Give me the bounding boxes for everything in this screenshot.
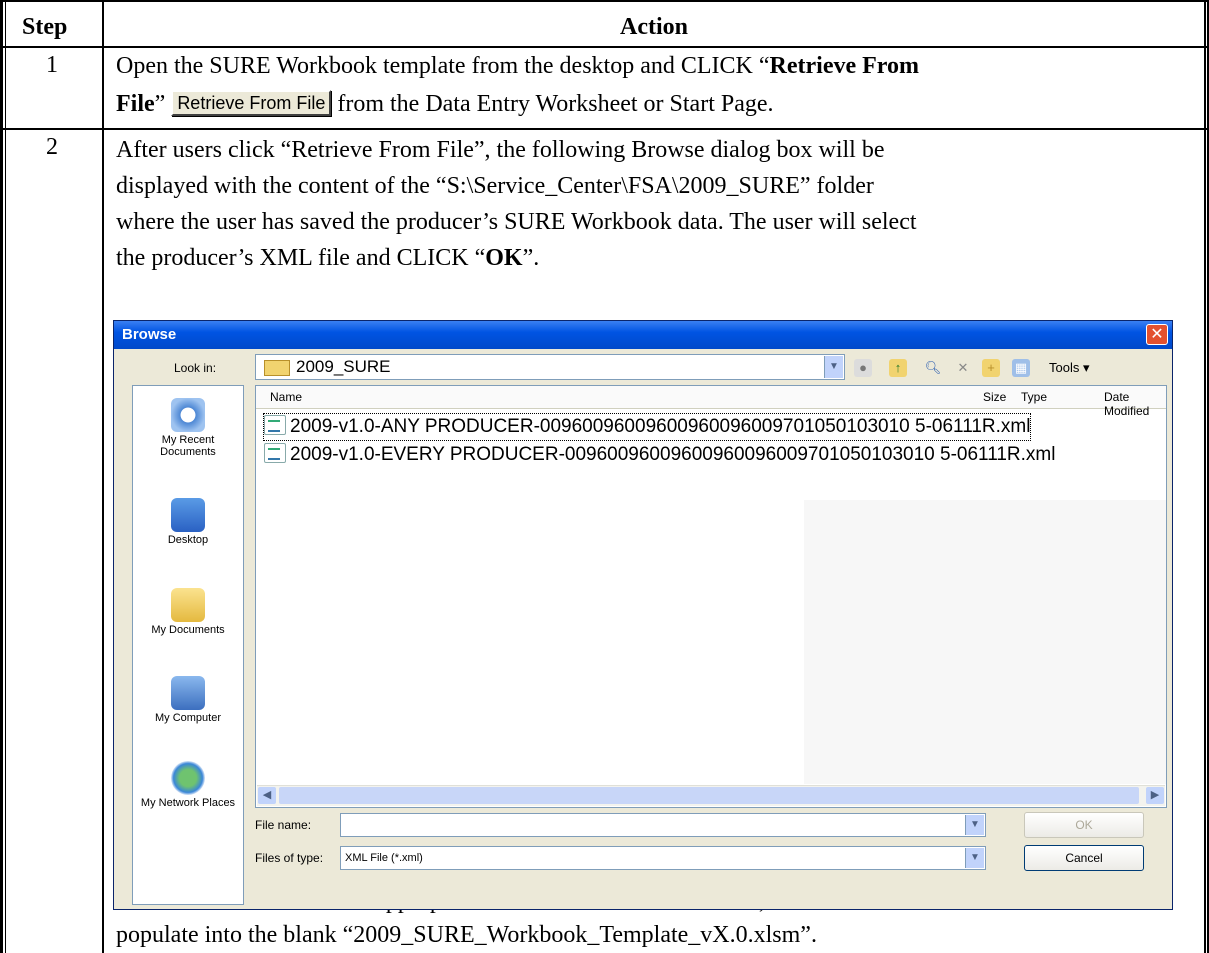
step-2-text: After users click “Retrieve From File”, …: [116, 132, 1201, 276]
files-of-type-label: Files of type:: [255, 851, 324, 865]
chevron-down-icon[interactable]: ▼: [965, 848, 984, 868]
scroll-left-icon[interactable]: ◀: [258, 787, 276, 804]
my-documents-icon: [171, 588, 205, 622]
file-list: Name Size Type Date Modified 2009-v1.0-A…: [255, 385, 1167, 808]
back-icon[interactable]: ●: [854, 359, 872, 377]
network-places-icon: [171, 761, 205, 795]
table-col-divider: [102, 0, 104, 953]
step-2-after-line2: populate into the blank “2009_SURE_Workb…: [116, 922, 817, 948]
place-network[interactable]: My Network Places: [133, 761, 243, 809]
empty-list-area: [804, 500, 1166, 784]
horizontal-scrollbar[interactable]: ◀ ▶: [257, 785, 1165, 806]
table-border-right: [1204, 0, 1206, 953]
views-icon[interactable]: ▦: [1012, 359, 1030, 377]
table-row-divider: [0, 128, 1209, 130]
place-recent[interactable]: My Recent Documents: [133, 398, 243, 458]
file-name-label: File name:: [255, 818, 312, 832]
place-desktop[interactable]: Desktop: [133, 498, 243, 546]
step-1-line2: from the Data Entry Worksheet or Start P…: [337, 91, 774, 117]
xml-file-icon: [264, 415, 286, 435]
close-icon[interactable]: ✕: [1146, 324, 1168, 345]
recent-documents-icon: [171, 398, 205, 432]
header-step: Step: [22, 14, 68, 40]
look-in-label: Look in:: [174, 361, 217, 375]
desktop-icon: [171, 498, 205, 532]
xml-file-icon: [264, 443, 286, 463]
scroll-right-icon[interactable]: ▶: [1146, 787, 1164, 804]
my-computer-icon: [171, 676, 205, 710]
tools-menu[interactable]: Tools ▾: [1049, 360, 1090, 376]
step-2-line3: where the user has saved the producer’s …: [116, 209, 917, 235]
dialog-title: Browse: [122, 326, 177, 343]
delete-icon[interactable]: ✕: [954, 359, 972, 377]
step-1-bold-retrieve: Retrieve From: [769, 53, 919, 79]
scroll-thumb[interactable]: [279, 787, 1139, 804]
column-name[interactable]: Name: [270, 390, 302, 404]
dialog-titlebar: Browse ✕: [114, 321, 1172, 349]
search-web-icon[interactable]: 🔍︎: [924, 359, 942, 377]
places-bar: My Recent Documents Desktop My Documents…: [132, 385, 244, 905]
file-item-any-producer[interactable]: 2009-v1.0-ANY PRODUCER-00960096009600960…: [262, 413, 1032, 441]
file-item-every-producer[interactable]: 2009-v1.0-EVERY PRODUCER-009600960096009…: [264, 442, 1055, 468]
place-my-computer[interactable]: My Computer: [133, 676, 243, 724]
table-border-left: [0, 0, 3, 953]
step-1-number: 1: [46, 52, 58, 78]
step-2-line4: the producer’s XML file and CLICK “: [116, 245, 486, 271]
chevron-down-icon[interactable]: ▼: [965, 815, 984, 835]
file-list-header: Name Size Type Date Modified: [256, 386, 1166, 418]
step-2-number: 2: [46, 134, 58, 160]
files-of-type-select[interactable]: XML File (*.xml) ▼: [340, 846, 986, 870]
ok-button[interactable]: OK: [1024, 812, 1144, 838]
column-type[interactable]: Type: [1021, 390, 1047, 404]
new-folder-icon[interactable]: +: [982, 359, 1000, 377]
step-1-line1: Open the SURE Workbook template from the…: [116, 53, 770, 79]
column-date-modified[interactable]: Date Modified: [1104, 390, 1166, 418]
browse-dialog: Browse ✕ Look in: 2009_SURE ▼ ● ↑ 🔍︎ ✕ +…: [113, 320, 1173, 910]
folder-icon: [264, 360, 290, 376]
step-2-line4-end: ”.: [522, 245, 540, 271]
column-size[interactable]: Size: [983, 390, 1006, 404]
up-folder-icon[interactable]: ↑: [889, 359, 907, 377]
chevron-down-icon[interactable]: ▼: [824, 356, 843, 378]
step-2-bold-ok: OK: [485, 245, 523, 271]
table-border-left-inner: [5, 0, 6, 953]
step-2-line2: displayed with the content of the “S:\Se…: [116, 173, 874, 199]
step-1-quote: ”: [154, 91, 166, 117]
step-1-text: Open the SURE Workbook template from the…: [116, 50, 1201, 120]
step-1-bold-file: File: [116, 91, 155, 117]
table-header-divider: [0, 46, 1209, 48]
step-2-line1: After users click “Retrieve From File”, …: [116, 137, 885, 163]
retrieve-from-file-button[interactable]: Retrieve From File: [171, 90, 332, 116]
look-in-value: 2009_SURE: [296, 357, 391, 376]
cancel-button[interactable]: Cancel: [1024, 845, 1144, 871]
place-my-documents[interactable]: My Documents: [133, 588, 243, 636]
table-border-top: [0, 0, 1209, 2]
file-name-input[interactable]: ▼: [340, 813, 986, 837]
header-action: Action: [620, 14, 688, 40]
look-in-dropdown[interactable]: 2009_SURE ▼: [255, 354, 845, 380]
